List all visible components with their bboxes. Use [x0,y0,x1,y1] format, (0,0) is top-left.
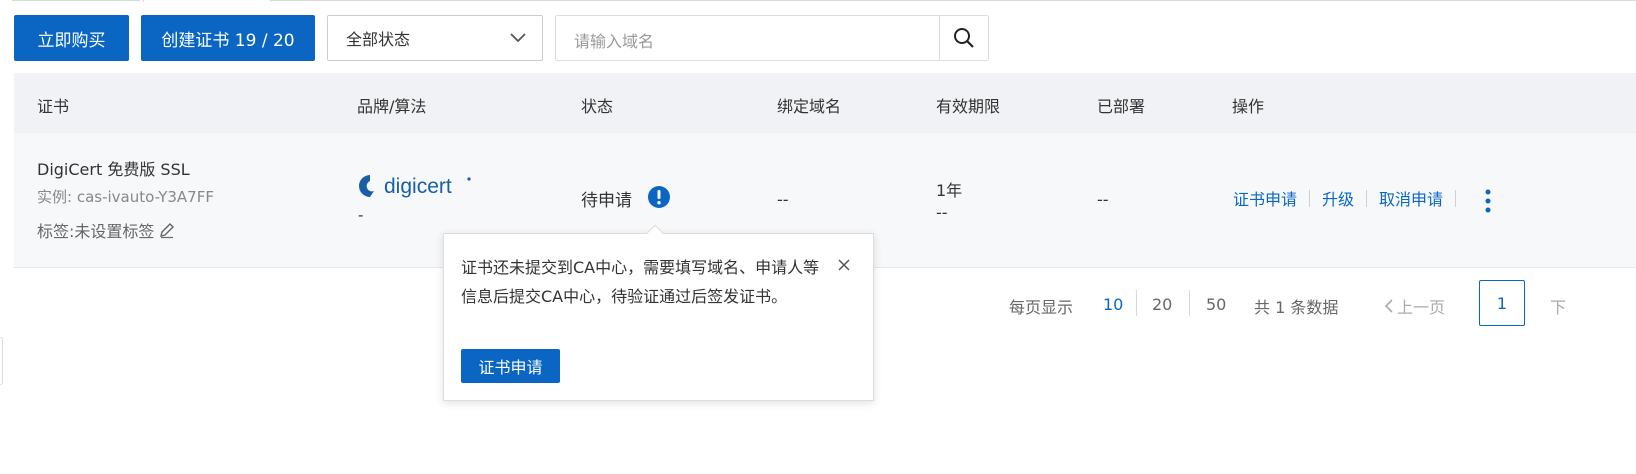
divider [1309,189,1311,207]
per-page-label: 每页显示 [1009,298,1074,317]
header-status: 状态 [581,97,614,116]
validity-end: -- [936,203,948,222]
header-deployed: 已部署 [1097,97,1146,116]
side-handle[interactable] [0,337,3,385]
apply-link[interactable]: 证书申请 [1233,186,1297,210]
status-select-value: 全部状态 [346,30,411,49]
pagination: 每页显示 10 20 50 共 1 条数据 上一页 1 下 [1009,280,1636,330]
tab-underline [271,0,1636,1]
header-ops: 操作 [1232,97,1265,116]
current-page[interactable]: 1 [1479,280,1525,326]
divider [1366,189,1368,207]
upgrade-link[interactable]: 升级 [1322,186,1354,210]
divider [1189,290,1190,316]
search-button[interactable] [939,16,988,60]
table-header: 证书 品牌/算法 状态 绑定域名 有效期限 已部署 操作 [14,73,1636,133]
header-domain: 绑定域名 [777,97,842,116]
page-size-10[interactable]: 10 [1103,295,1123,314]
cancel-apply-link[interactable]: 取消申请 [1379,186,1443,210]
domain-search[interactable]: 请输入域名 [555,15,989,61]
cert-tag: 标签:未设置标签 [37,218,176,242]
status-popover: 证书还未提交到CA中心，需要填写域名、申请人等信息后提交CA中心，待验证通过后签… [443,224,874,401]
edit-icon[interactable] [158,221,176,239]
prev-page-button[interactable]: 上一页 [1383,294,1445,318]
divider [1455,189,1457,207]
chevron-left-icon [1384,299,1393,313]
create-certificate-button[interactable]: 创建证书 19 / 20 [141,15,315,61]
cert-instance: 实例: cas-ivauto-Y3A7FF [37,188,214,206]
page-size-50[interactable]: 50 [1206,295,1226,314]
tab-active[interactable] [143,0,271,2]
page-size-20[interactable]: 20 [1152,295,1172,314]
prev-page-label: 上一页 [1397,298,1446,317]
digicert-logo-text: digicert [384,175,452,198]
search-icon [954,28,974,48]
digicert-logo: digicert [359,175,471,198]
row-actions: 证书申请 升级 取消申请 [1233,186,1468,210]
header-brand: 品牌/算法 [357,97,427,116]
search-input[interactable]: 请输入域名 [574,28,654,52]
bound-domain: -- [777,190,789,209]
tab-underline [12,0,140,1]
header-cert: 证书 [37,97,70,116]
popover-message: 证书还未提交到CA中心，需要填写域名、申请人等信息后提交CA中心，待验证通过后签… [461,258,820,306]
status-select[interactable]: 全部状态 [327,15,543,61]
chevron-down-icon [510,33,526,43]
next-page-button[interactable]: 下 [1550,294,1566,318]
divider [1136,290,1137,316]
status-text: 待申请 [581,191,632,211]
info-icon[interactable] [647,185,671,209]
total-count: 共 1 条数据 [1254,298,1339,317]
algorithm: - [358,206,364,224]
close-icon[interactable] [837,258,851,272]
cert-name: DigiCert 免费版 SSL [37,160,190,179]
popover-apply-button[interactable]: 证书申请 [461,349,560,383]
validity-period: 1年 [936,181,963,200]
deployed: -- [1097,190,1109,209]
more-vertical-icon[interactable] [1483,188,1493,214]
cert-tag-text: 标签:未设置标签 [37,222,155,241]
tab-strip [0,0,1636,3]
buy-button[interactable]: 立即购买 [14,15,129,61]
header-period: 有效期限 [936,97,1001,116]
